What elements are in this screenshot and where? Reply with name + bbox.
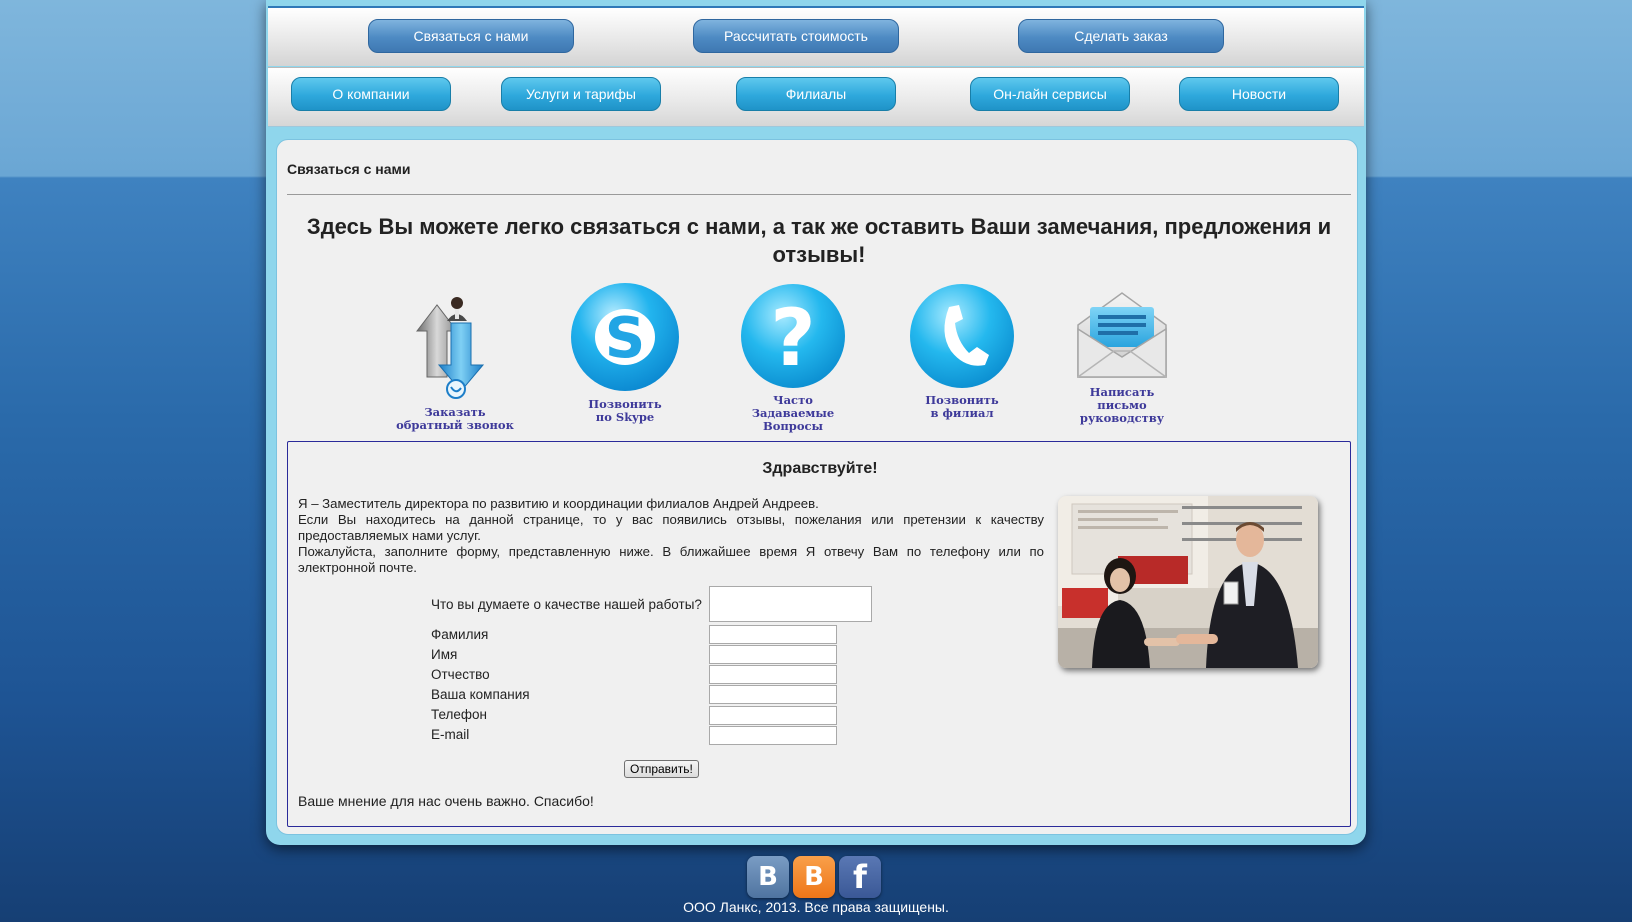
place-order-button[interactable]: Сделать заказ bbox=[1018, 19, 1224, 53]
section-title: Связаться с нами bbox=[287, 161, 411, 177]
content-panel: Связаться с нами Здесь Вы можете легко с… bbox=[276, 139, 1358, 835]
last-name-input[interactable] bbox=[709, 625, 837, 644]
greeting-heading: Здравствуйте! bbox=[762, 460, 878, 477]
footer-copyright: ООО Ланкс, 2013. Все права защищены. bbox=[683, 899, 949, 915]
submit-button[interactable]: Отправить! bbox=[624, 760, 699, 778]
nav-about-company[interactable]: О компании bbox=[291, 77, 451, 111]
skype-caption: Позвонить по Skype bbox=[588, 397, 662, 424]
top-nav: Связаться с нами Рассчитать стоимость Сд… bbox=[268, 6, 1364, 66]
intro-text: Я – Заместитель директора по развитию и … bbox=[298, 496, 1044, 575]
company-label: Ваша компания bbox=[431, 687, 530, 702]
facebook-link[interactable]: f bbox=[839, 856, 881, 898]
phone-input[interactable] bbox=[709, 706, 837, 725]
email-label: E-mail bbox=[431, 727, 470, 742]
callback-caption: Заказать обратный звонок bbox=[396, 405, 514, 432]
nav-services-tariffs[interactable]: Услуги и тарифы bbox=[501, 77, 661, 111]
main-nav: О компании Услуги и тарифы Филиалы Он-ла… bbox=[268, 67, 1364, 127]
contact-us-button[interactable]: Связаться с нами bbox=[368, 19, 574, 53]
deputy-director-photo bbox=[1058, 496, 1318, 668]
calculate-cost-button[interactable]: Рассчитать стоимость bbox=[693, 19, 899, 53]
call-branch-link[interactable]: Позвонить в филиал bbox=[902, 283, 1022, 420]
phone-label: Телефон bbox=[431, 707, 488, 722]
blogger-icon: B bbox=[804, 862, 824, 892]
callback-link[interactable]: Заказать обратный звонок bbox=[395, 289, 515, 432]
quality-question-label: Что вы думаете о качестве нашей работы? bbox=[431, 597, 702, 612]
envelope-icon bbox=[1077, 292, 1167, 378]
nav-news[interactable]: Новости bbox=[1179, 77, 1339, 111]
callback-arrows-icon bbox=[415, 297, 485, 399]
faq-caption: Часто Задаваемые Вопросы bbox=[751, 393, 835, 433]
page-headline: Здесь Вы можете легко связаться с нами, … bbox=[306, 214, 1332, 267]
closing-text: Ваше мнение для нас очень важно. Спасибо… bbox=[298, 793, 594, 809]
patronymic-label: Отчество bbox=[431, 667, 490, 682]
first-name-label: Имя bbox=[431, 647, 458, 662]
write-management-link[interactable]: Написать письмо руководству bbox=[1062, 289, 1182, 425]
skype-link[interactable]: S Позвонить по Skype bbox=[565, 281, 685, 424]
svg-text:S: S bbox=[605, 306, 645, 371]
faq-link[interactable]: ? Часто Задаваемые Вопросы bbox=[733, 283, 853, 433]
svg-text:?: ? bbox=[770, 294, 815, 384]
call-branch-caption: Позвонить в филиал bbox=[925, 393, 999, 420]
last-name-label: Фамилия bbox=[431, 627, 489, 642]
write-management-caption: Написать письмо руководству bbox=[1079, 385, 1165, 425]
phone-icon bbox=[910, 284, 1014, 388]
skype-icon: S bbox=[571, 283, 679, 391]
nav-branches[interactable]: Филиалы bbox=[736, 77, 896, 111]
divider bbox=[287, 194, 1351, 195]
patronymic-input[interactable] bbox=[709, 665, 837, 684]
nav-online-services[interactable]: Он-лайн сервисы bbox=[970, 77, 1130, 111]
question-icon: ? bbox=[741, 284, 845, 388]
page-container: Связаться с нами Рассчитать стоимость Сд… bbox=[266, 0, 1366, 845]
vk-icon: B bbox=[758, 862, 778, 892]
vk-link[interactable]: B bbox=[747, 856, 789, 898]
first-name-input[interactable] bbox=[709, 645, 837, 664]
company-input[interactable] bbox=[709, 685, 837, 704]
quality-feedback-textarea[interactable] bbox=[709, 586, 872, 622]
blogger-link[interactable]: B bbox=[793, 856, 835, 898]
email-input[interactable] bbox=[709, 726, 837, 745]
feedback-box: Здравствуйте! Я – Заместитель директора … bbox=[287, 441, 1351, 827]
facebook-icon: f bbox=[853, 858, 867, 896]
